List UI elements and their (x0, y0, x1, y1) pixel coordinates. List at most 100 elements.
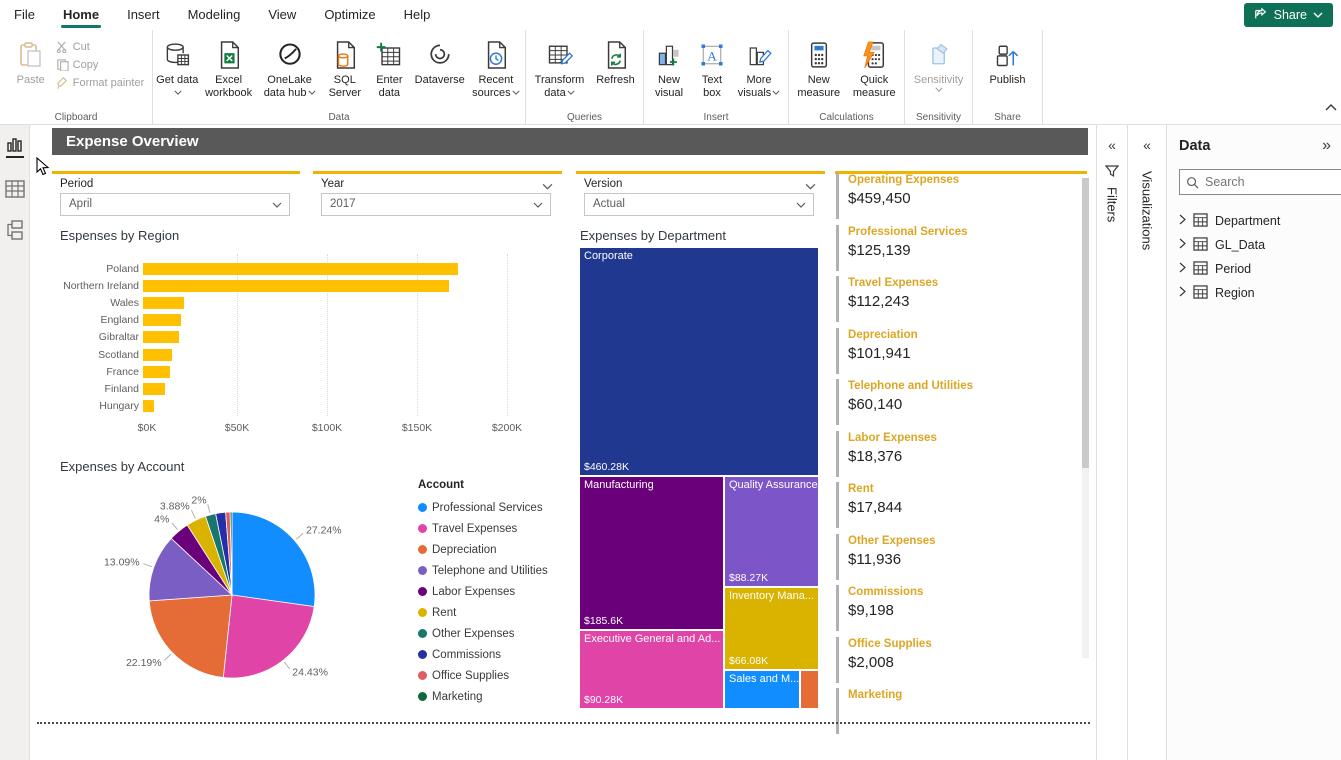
kpi-card[interactable]: Rent$17,844 (836, 482, 1056, 528)
kpi-card[interactable]: Operating Expenses$459,450 (836, 173, 1056, 219)
treemap-tile-sales-and-m-[interactable]: Sales and M... (725, 671, 799, 708)
data-table-row-department[interactable]: Department (1179, 209, 1341, 233)
kpi-card[interactable]: Professional Services$125,139 (836, 225, 1056, 271)
tab-help[interactable]: Help (390, 0, 445, 30)
expand-filters-icon[interactable]: « (1097, 137, 1127, 153)
bar[interactable] (143, 400, 154, 412)
tab-optimize[interactable]: Optimize (310, 0, 389, 30)
version-slicer-dropdown[interactable]: Actual (584, 193, 814, 216)
get-data-button[interactable]: Get data (156, 34, 199, 99)
period-slicer-dropdown[interactable]: April (60, 193, 290, 216)
bar[interactable] (143, 263, 458, 275)
year-slicer-dropdown[interactable]: 2017 (321, 193, 551, 216)
table-icon (1193, 237, 1208, 254)
pie-slice-professional-services[interactable] (232, 512, 315, 607)
cards-scrollbar-thumb[interactable] (1082, 178, 1089, 468)
expand-chevron-icon[interactable] (1179, 238, 1186, 252)
pie-percentage-label: 2% (191, 494, 206, 506)
data-table-row-period[interactable]: Period (1179, 257, 1341, 281)
legend-item[interactable]: Telephone and Utilities (418, 560, 548, 581)
treemap-tile-corporate[interactable]: Corporate$460.28K (580, 248, 818, 475)
kpi-card[interactable]: Depreciation$101,941 (836, 328, 1056, 374)
legend-item[interactable]: Labor Expenses (418, 581, 548, 602)
filters-panel-collapsed[interactable]: « Filters (1096, 125, 1127, 760)
bar[interactable] (143, 297, 184, 309)
share-button[interactable]: Share (1244, 3, 1333, 27)
onelake-data-hub-button[interactable]: OneLake data hub (259, 34, 321, 99)
ribbon-tab-row: File Home Insert Modeling View Optimize … (0, 0, 1341, 30)
format-painter-button[interactable]: Format painter (56, 76, 145, 89)
bar[interactable] (143, 349, 172, 361)
treemap-tile-manufacturing[interactable]: Manufacturing$185.6K (580, 477, 723, 629)
kpi-card-value: $9,198 (848, 602, 1056, 619)
cut-button[interactable]: Cut (56, 40, 145, 53)
kpi-card[interactable]: Commissions$9,198 (836, 585, 1056, 631)
text-box-button[interactable]: A Text box (693, 34, 731, 99)
tab-insert[interactable]: Insert (113, 0, 174, 30)
kpi-card[interactable]: Office Supplies$2,008 (836, 637, 1056, 683)
data-table-row-region[interactable]: Region (1179, 281, 1341, 305)
refresh-button[interactable]: Refresh (592, 34, 640, 99)
bar[interactable] (143, 314, 181, 326)
data-table-row-gl_data[interactable]: GL_Data (1179, 233, 1341, 257)
legend-item[interactable]: Travel Expenses (418, 518, 548, 539)
paste-button[interactable]: Paste (8, 34, 54, 89)
pie-slice-depreciation[interactable] (149, 595, 232, 678)
bar[interactable] (143, 366, 170, 378)
legend-item[interactable]: Marketing (418, 686, 548, 707)
treemap-expenses-by-department[interactable]: Expenses by Department Corporate$460.28K… (578, 228, 820, 710)
kpi-card[interactable]: Marketing (836, 688, 1056, 734)
tab-modeling[interactable]: Modeling (174, 0, 255, 30)
bar-chart-expenses-by-region[interactable]: Espenses by Region PolandNorthern Irelan… (45, 228, 590, 463)
pie-chart-expenses-by-account[interactable]: Expenses by Account 27.24%24.43%22.19%13… (45, 455, 605, 723)
model-view-button[interactable] (5, 220, 25, 240)
table-view-button[interactable] (5, 180, 25, 198)
sql-server-button[interactable]: SQL Server (323, 34, 367, 99)
excel-workbook-button[interactable]: Excel workbook (201, 34, 257, 99)
legend-item[interactable]: Rent (418, 602, 548, 623)
collapse-data-panel-icon[interactable]: » (1322, 137, 1331, 155)
bar-category-label: Scotland (45, 349, 143, 361)
legend-item[interactable]: Professional Services (418, 497, 548, 518)
kpi-card[interactable]: Labor Expenses$18,376 (836, 431, 1056, 477)
recent-sources-button[interactable]: Recent sources (470, 34, 522, 99)
treemap-tile-quality-assurance[interactable]: Quality Assurance$88.27K (725, 477, 818, 586)
enter-data-button[interactable]: Enter data (369, 34, 410, 99)
bar[interactable] (143, 331, 179, 343)
legend-item[interactable]: Office Supplies (418, 665, 548, 686)
publish-button[interactable]: Publish (980, 34, 1036, 87)
tab-view[interactable]: View (254, 0, 310, 30)
expand-chevron-icon[interactable] (1179, 262, 1186, 276)
search-input[interactable] (1205, 175, 1315, 189)
transform-data-button[interactable]: Transform data (530, 34, 590, 99)
transform-data-icon (546, 36, 574, 74)
treemap-tile-executive-general-and-ad-[interactable]: Executive General and Ad...$90.28K (580, 631, 723, 708)
legend-item[interactable]: Depreciation (418, 539, 548, 560)
kpi-card[interactable]: Travel Expenses$112,243 (836, 276, 1056, 322)
expand-chevron-icon[interactable] (1179, 286, 1186, 300)
bar[interactable] (143, 280, 449, 292)
quick-measure-button[interactable]: Quick measure (848, 34, 902, 99)
new-measure-button[interactable]: New measure (792, 34, 846, 99)
cards-scrollbar[interactable] (1082, 178, 1089, 658)
legend-item[interactable]: Other Expenses (418, 623, 548, 644)
treemap-tile-inventory-mana-[interactable]: Inventory Mana...$66.08K (725, 588, 818, 669)
report-view-button[interactable] (5, 137, 25, 158)
tab-file[interactable]: File (0, 0, 49, 30)
treemap-tile[interactable] (801, 671, 818, 708)
expand-chevron-icon[interactable] (1179, 214, 1186, 228)
sensitivity-button[interactable]: Sensitivity (908, 34, 969, 92)
expand-visualizations-icon[interactable]: « (1128, 137, 1166, 153)
kpi-card[interactable]: Other Expenses$11,936 (836, 534, 1056, 580)
more-visuals-button[interactable]: More visuals (733, 34, 785, 99)
data-search[interactable] (1179, 169, 1341, 195)
tab-home[interactable]: Home (49, 0, 113, 30)
copy-button[interactable]: Copy (56, 58, 145, 71)
visualizations-panel-collapsed[interactable]: « Visualizations (1127, 125, 1166, 760)
dataverse-button[interactable]: Dataverse (412, 34, 468, 99)
legend-item[interactable]: Commissions (418, 644, 548, 665)
collapse-ribbon-icon[interactable] (1325, 98, 1337, 116)
new-visual-button[interactable]: New visual (647, 34, 691, 99)
bar[interactable] (143, 383, 165, 395)
kpi-card[interactable]: Telephone and Utilities$60,140 (836, 379, 1056, 425)
